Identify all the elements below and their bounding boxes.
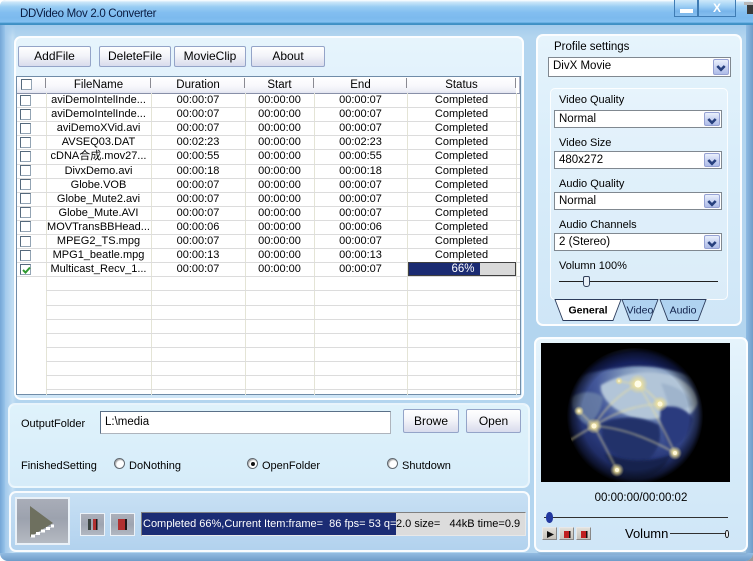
svg-text:Video: Video: [627, 305, 654, 317]
svg-text:General: General: [568, 305, 607, 317]
svg-text:Audio: Audio: [670, 305, 697, 317]
